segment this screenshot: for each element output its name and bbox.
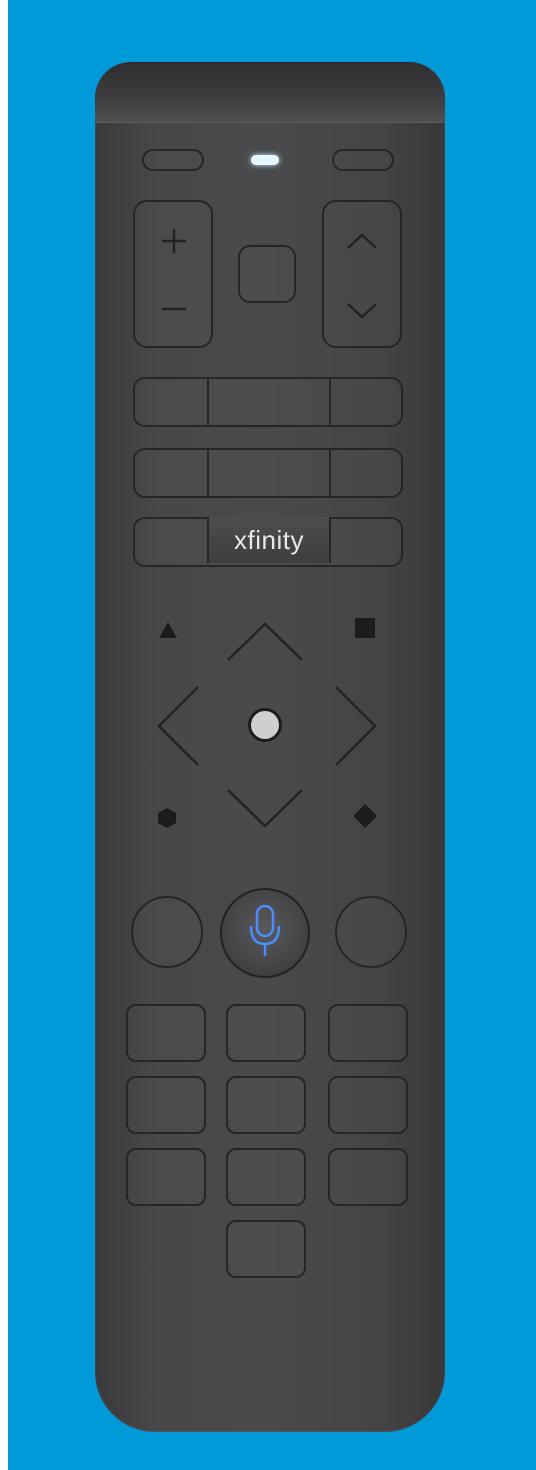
voice-button[interactable] (220, 888, 310, 978)
ok-button[interactable] (248, 708, 282, 742)
hexagon-icon[interactable] (155, 806, 179, 830)
status-led (251, 155, 279, 165)
remote-control: xfinity (95, 62, 445, 1432)
row1-left-button[interactable] (135, 379, 209, 425)
dpad-down-icon[interactable] (225, 786, 305, 830)
dpad-left-icon[interactable] (155, 684, 201, 768)
top-right-button[interactable] (332, 149, 394, 171)
keypad-5[interactable] (226, 1076, 306, 1134)
plus-icon (162, 229, 186, 253)
button-row-2 (133, 448, 403, 498)
keypad-4[interactable] (126, 1076, 206, 1134)
right-circle-button[interactable] (335, 896, 407, 968)
triangle-icon[interactable] (157, 620, 179, 640)
keypad-1[interactable] (126, 1004, 206, 1062)
chevron-down-icon (347, 303, 377, 319)
volume-rocker[interactable] (133, 200, 213, 348)
row2-left-button[interactable] (135, 450, 209, 496)
keypad-7[interactable] (126, 1148, 206, 1206)
row1-right-button[interactable] (331, 379, 401, 425)
remote-top-cap (95, 62, 445, 123)
row1-middle-button[interactable] (209, 379, 331, 425)
microphone-icon (249, 904, 281, 956)
keypad-6[interactable] (328, 1076, 408, 1134)
button-row-1 (133, 377, 403, 427)
keypad-9[interactable] (328, 1148, 408, 1206)
keypad-8[interactable] (226, 1148, 306, 1206)
top-left-button[interactable] (142, 149, 204, 171)
chevron-up-icon (347, 233, 377, 249)
diamond-icon[interactable] (351, 802, 379, 830)
keypad-0[interactable] (226, 1220, 306, 1278)
xfinity-button[interactable]: xfinity (207, 517, 331, 563)
keypad-3[interactable] (328, 1004, 408, 1062)
row2-middle-button[interactable] (209, 450, 331, 496)
minus-icon (162, 307, 186, 311)
dpad-right-icon[interactable] (333, 684, 379, 768)
row2-right-button[interactable] (331, 450, 401, 496)
left-circle-button[interactable] (131, 896, 203, 968)
row3-right-button[interactable] (331, 519, 401, 565)
channel-rocker[interactable] (322, 200, 402, 348)
dpad-up-icon[interactable] (225, 620, 305, 664)
row3-left-button[interactable] (135, 519, 207, 565)
keypad-2[interactable] (226, 1004, 306, 1062)
center-square-button[interactable] (238, 245, 296, 303)
square-icon[interactable] (353, 616, 377, 640)
